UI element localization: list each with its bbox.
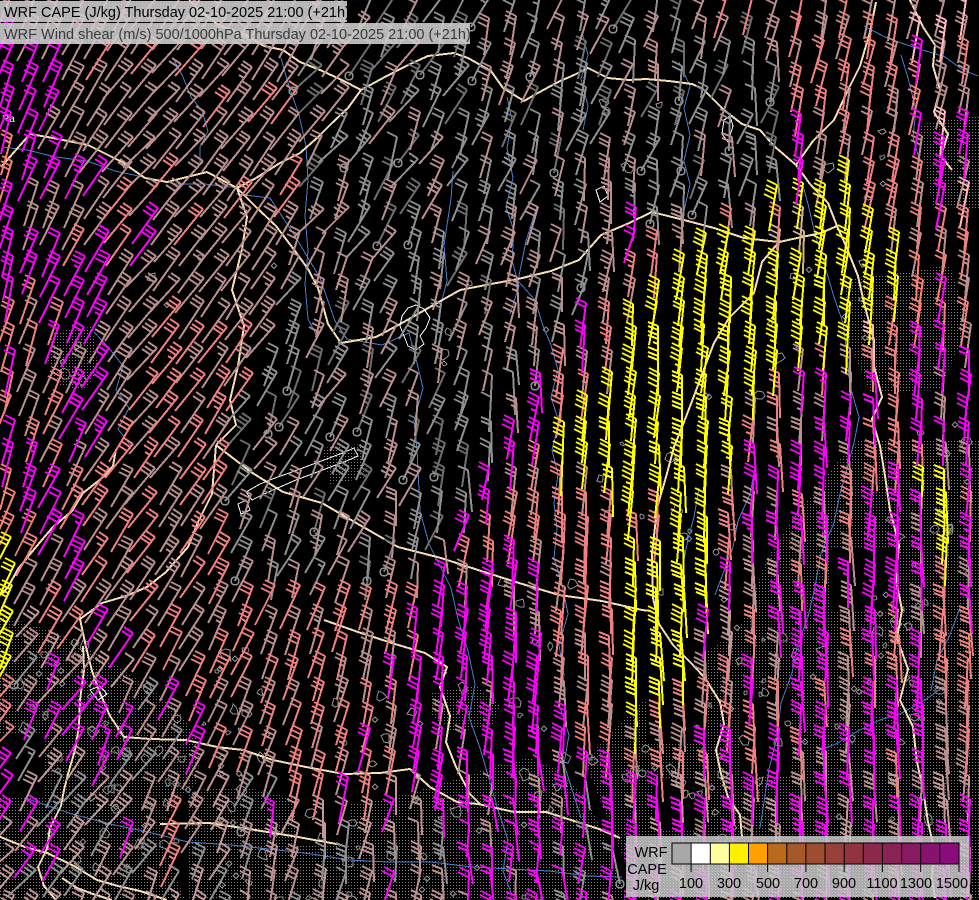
svg-text:1100: 1100	[866, 876, 897, 892]
svg-text:1300: 1300	[900, 876, 932, 892]
svg-text:700: 700	[794, 876, 818, 892]
svg-text:J/kg: J/kg	[633, 878, 660, 894]
svg-text:WRF: WRF	[634, 845, 667, 861]
svg-text:WRF CAPE (J/kg) Thursday 02-10: WRF CAPE (J/kg) Thursday 02-10-2025 21:0…	[4, 5, 350, 21]
svg-text:300: 300	[717, 876, 741, 892]
svg-text:500: 500	[756, 876, 780, 892]
svg-text:1500: 1500	[936, 876, 968, 892]
svg-text:WRF Wind shear (m/s) 500/1000h: WRF Wind shear (m/s) 500/1000hPa Thursda…	[4, 27, 471, 43]
svg-text:100: 100	[679, 876, 703, 892]
svg-text:900: 900	[832, 876, 856, 892]
svg-text:CAPE: CAPE	[627, 862, 667, 878]
